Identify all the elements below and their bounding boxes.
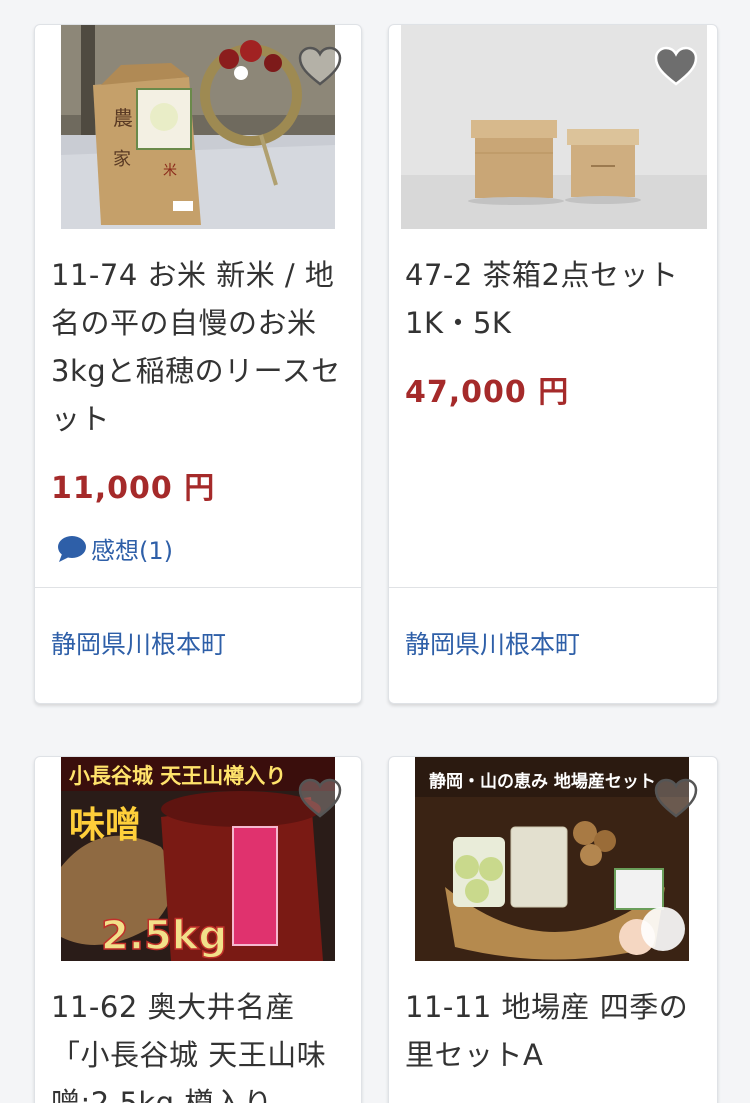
speech-bubble-icon [58, 535, 86, 562]
favorite-heart-icon[interactable] [297, 777, 343, 819]
svg-text:家: 家 [113, 149, 131, 170]
review-link[interactable]: 感想(1) [57, 531, 173, 566]
miso-weight-text: 2.5kg [101, 913, 227, 959]
product-image-area[interactable]: 静岡・山の恵み 地場産セット [389, 757, 717, 961]
product-photo-miso[interactable]: 小長谷城 天王山樽入り 味噌 2.5kg [61, 757, 335, 961]
favorite-heart-icon[interactable] [297, 45, 343, 87]
favorite-heart-icon[interactable] [653, 45, 699, 87]
svg-text:米: 米 [163, 163, 177, 179]
product-price: 47,000 円 [405, 375, 570, 410]
miso-main-text: 味噌 [69, 804, 141, 846]
favorite-heart-icon[interactable] [653, 777, 699, 819]
product-card[interactable]: 静岡・山の恵み 地場産セット 11-11 地場産 四季の里セットA [388, 756, 718, 1103]
svg-text:農: 農 [113, 106, 133, 130]
product-photo-local-set[interactable]: 静岡・山の恵み 地場産セット [415, 757, 689, 961]
product-grid: 農 家 米 11-74 お米 新米 / 地名の平の自慢のお米 3kgと稲穂のリー… [0, 0, 750, 1103]
card-divider [389, 587, 717, 588]
product-card[interactable]: 小長谷城 天王山樽入り 味噌 2.5kg 11-62 奥大井名産「小長谷城 天王… [34, 756, 362, 1103]
review-label: 感想(1) [91, 537, 173, 565]
product-card[interactable]: 農 家 米 11-74 お米 新米 / 地名の平の自慢のお米 3kgと稲穂のリー… [34, 24, 362, 704]
product-title[interactable]: 11-74 お米 新米 / 地名の平の自慢のお米 3kgと稲穂のリースセット [51, 251, 347, 443]
product-photo-rice[interactable]: 農 家 米 [61, 25, 335, 229]
product-image-area[interactable]: 農 家 米 [35, 25, 361, 229]
product-title[interactable]: 11-11 地場産 四季の里セットA [405, 983, 703, 1079]
product-location[interactable]: 静岡県川根本町 [405, 625, 580, 661]
card-divider [35, 587, 361, 588]
product-image-area[interactable]: 小長谷城 天王山樽入り 味噌 2.5kg [35, 757, 361, 961]
product-price: 11,000 円 [51, 471, 216, 506]
miso-banner-text: 小長谷城 天王山樽入り [69, 763, 286, 788]
product-image-area[interactable] [389, 25, 717, 229]
product-card[interactable]: 47-2 茶箱2点セット 1K・5K 47,000 円 静岡県川根本町 [388, 24, 718, 704]
product-title[interactable]: 11-62 奥大井名産「小長谷城 天王山味噌;2.5kg 樽入り [51, 983, 347, 1103]
product-title[interactable]: 47-2 茶箱2点セット 1K・5K [405, 251, 703, 347]
product-location[interactable]: 静岡県川根本町 [51, 625, 226, 661]
local-set-banner-text: 静岡・山の恵み 地場産セット [429, 771, 656, 792]
